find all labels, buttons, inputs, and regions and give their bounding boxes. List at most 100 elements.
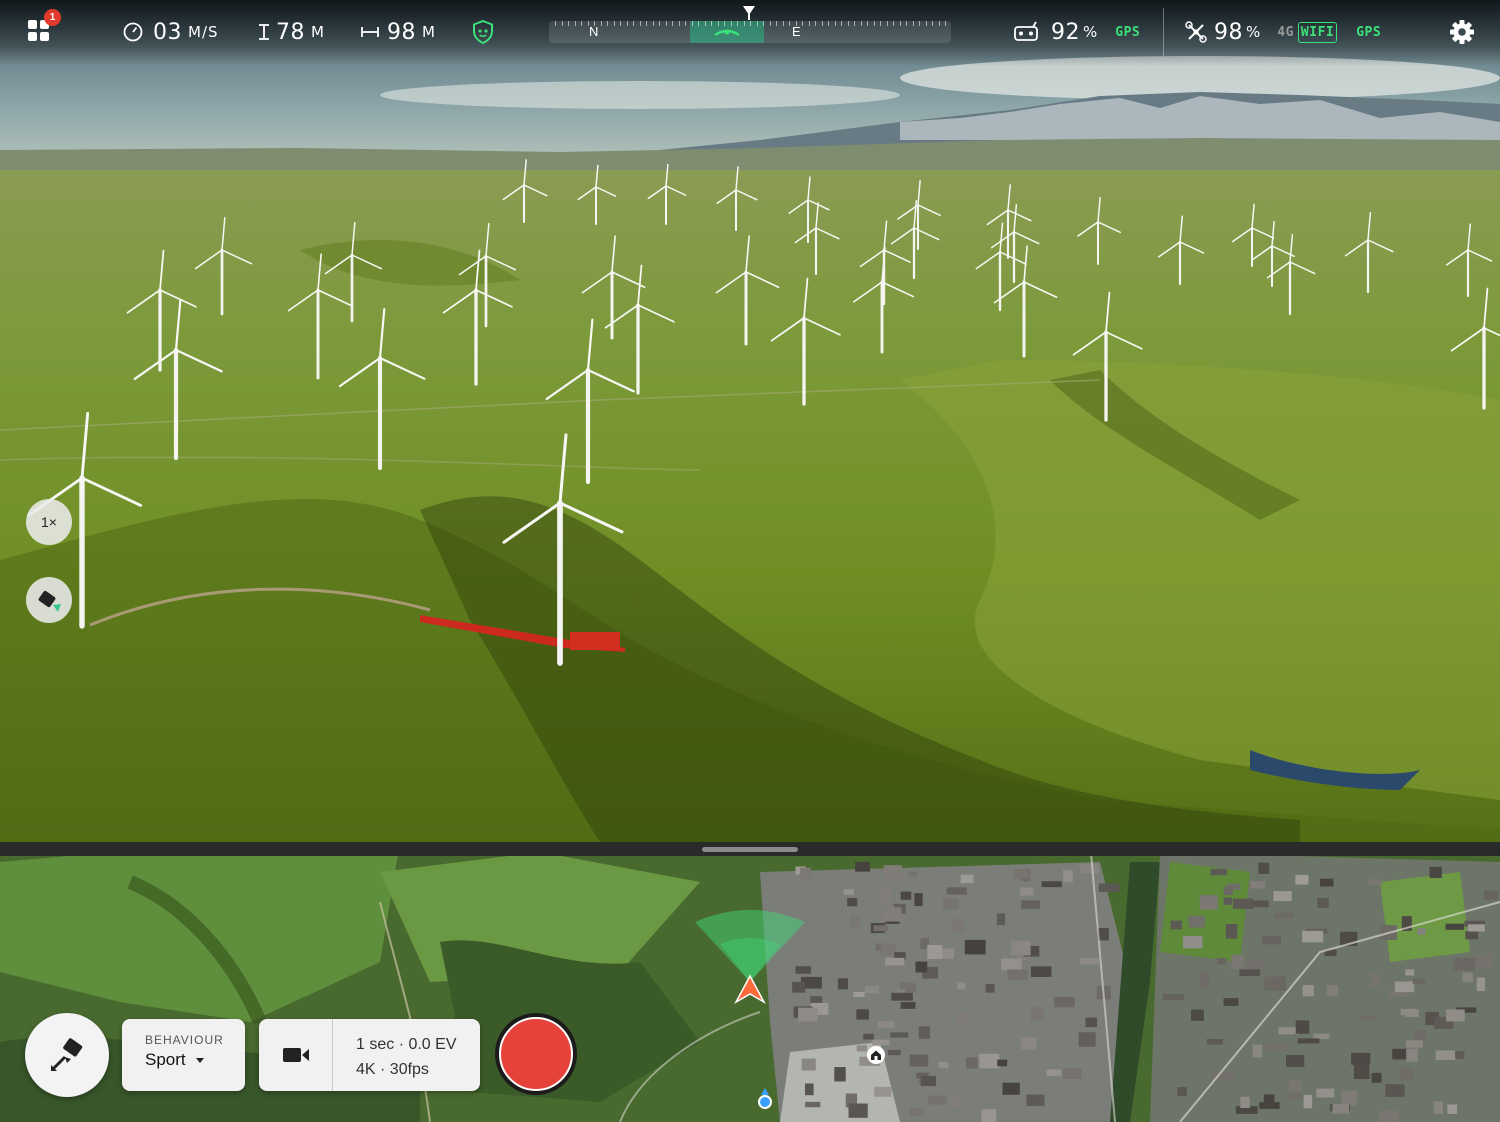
map-building — [799, 867, 812, 879]
compass-tick — [912, 21, 914, 26]
compass-tick — [880, 21, 881, 26]
map-building — [1250, 881, 1266, 889]
compass-tick — [763, 21, 764, 26]
map-building — [1455, 1051, 1465, 1060]
map-building — [855, 862, 870, 872]
map-building — [1013, 869, 1029, 879]
map-building — [1400, 1008, 1416, 1016]
compass-tick — [561, 21, 563, 26]
compass-tick — [607, 21, 608, 26]
compass-tick — [633, 21, 634, 26]
wifi-status: WIFI — [1297, 21, 1338, 43]
split-drag-handle[interactable] — [702, 847, 798, 852]
compass-tick — [717, 21, 719, 26]
compass-tick — [795, 21, 797, 26]
drone-battery-unit: % — [1246, 23, 1261, 41]
map-building — [1217, 958, 1227, 965]
map-building — [1273, 891, 1292, 902]
map-building — [920, 1075, 937, 1087]
map-building — [1019, 887, 1034, 896]
drone-gps-status: GPS — [1356, 24, 1382, 40]
network-4g-status: 4G — [1277, 24, 1294, 40]
map-building — [985, 984, 995, 993]
drone-icon — [1185, 21, 1207, 43]
compass-tick — [587, 21, 589, 26]
camera-settings-card[interactable]: 1 sec · 0.0 EV 4K · 30fps — [259, 1019, 480, 1091]
compass-tick — [639, 21, 641, 26]
controller-icon — [1014, 21, 1038, 41]
map-building — [848, 1103, 868, 1118]
compass-tick — [704, 21, 706, 26]
compass-tick — [652, 21, 654, 26]
compass-tick — [932, 21, 933, 26]
map-building — [997, 1059, 1008, 1067]
map-building — [1078, 1032, 1096, 1047]
compass-tick — [743, 21, 745, 26]
compass-tick — [782, 21, 784, 26]
map-building — [915, 961, 928, 973]
map-building — [1263, 1094, 1275, 1107]
resolution-line: 4K · 30fps — [356, 1061, 429, 1078]
camera-mode-button[interactable] — [259, 1019, 333, 1091]
gear-icon[interactable] — [1448, 18, 1476, 46]
gimbal-control-button[interactable] — [26, 577, 72, 623]
compass-tick — [750, 21, 751, 26]
compass-tick — [886, 21, 888, 26]
map-building — [1435, 1050, 1457, 1060]
map-building — [1275, 912, 1294, 919]
map-building — [847, 897, 858, 907]
map-building — [949, 1098, 963, 1108]
map-building — [1360, 1015, 1376, 1022]
record-button[interactable] — [495, 1013, 577, 1095]
map-building — [950, 918, 965, 933]
chevron-down-icon — [195, 1057, 204, 1063]
map-building — [1286, 1055, 1305, 1067]
compass-tick — [594, 21, 595, 26]
map-building — [1251, 900, 1269, 908]
camera-feed[interactable]: 1 03 M/S 78 M 98 M N E 92 % GPS 98 % 4G … — [0, 0, 1500, 842]
map-building — [1046, 1069, 1062, 1076]
home-icon — [867, 1046, 885, 1064]
map-building — [1007, 969, 1029, 981]
map-building — [850, 914, 861, 927]
map-building — [946, 887, 967, 895]
map-building — [1476, 977, 1486, 992]
compass-tick — [828, 21, 829, 26]
map-building — [1368, 879, 1383, 886]
map-building — [1085, 1017, 1098, 1028]
controller-battery-readout: 92 % GPS — [1012, 14, 1140, 50]
behaviour-dropdown[interactable]: Sport — [145, 1050, 245, 1070]
compass-tick — [672, 21, 673, 26]
camera-exposure-settings[interactable]: 1 sec · 0.0 EV 4K · 30fps — [356, 1032, 457, 1082]
compass-tick — [568, 21, 569, 26]
map-building — [877, 1021, 895, 1029]
compass-tick — [691, 21, 693, 26]
compass-tick — [854, 21, 855, 26]
zoom-button[interactable]: 1× — [26, 499, 72, 545]
compass-tick — [685, 21, 686, 26]
behaviour-selector[interactable]: BEHAVIOUR Sport — [122, 1019, 245, 1091]
map-building — [804, 1083, 814, 1096]
map-building — [1412, 978, 1426, 985]
compass-tick — [555, 21, 556, 26]
obstacle-avoidance-status[interactable] — [471, 14, 495, 50]
compass-tick — [600, 21, 602, 26]
compass-tick — [613, 21, 615, 26]
map-building — [1183, 935, 1203, 949]
map-building — [1447, 1104, 1458, 1114]
map-building — [1054, 996, 1075, 1008]
map-building — [908, 871, 918, 877]
takeoff-button[interactable] — [25, 1013, 109, 1097]
heading-indicator — [690, 21, 764, 43]
map-building — [798, 1007, 818, 1022]
map-building — [1371, 1072, 1382, 1083]
map-building — [1303, 1094, 1313, 1109]
map-building — [1287, 1093, 1302, 1100]
compass-tick — [841, 21, 842, 26]
map-building — [1313, 1033, 1330, 1040]
map-building — [1295, 1020, 1310, 1034]
map-building — [1475, 953, 1494, 968]
map-building — [942, 898, 959, 910]
map-building — [1467, 924, 1485, 932]
drone-heading-icon — [714, 29, 740, 37]
